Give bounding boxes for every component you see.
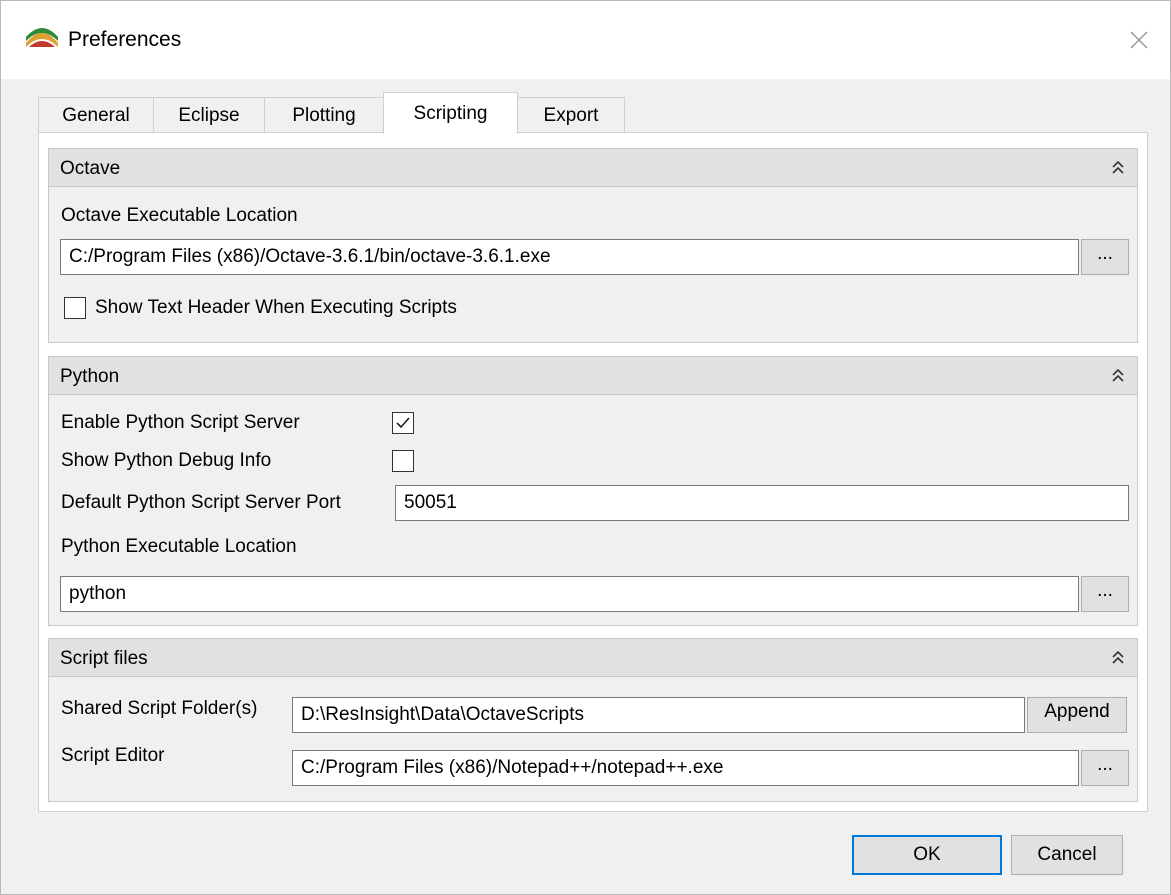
python-server-port-label: Default Python Script Server Port [61, 492, 341, 513]
python-group-title: Python [60, 366, 120, 387]
append-button[interactable]: Append [1027, 697, 1127, 733]
python-debug-info-checkbox[interactable] [392, 450, 414, 472]
script-editor-input[interactable] [292, 750, 1079, 786]
python-executable-input[interactable] [60, 576, 1079, 612]
title-bar: Preferences [1, 1, 1170, 79]
app-icon [26, 28, 58, 47]
shared-script-folder-input[interactable] [292, 697, 1025, 733]
python-server-port-input[interactable] [395, 485, 1129, 521]
close-button[interactable] [1108, 1, 1170, 79]
tab-general[interactable]: General [38, 97, 154, 133]
octave-group-header[interactable]: Octave [49, 149, 1137, 187]
octave-group: Octave Octave Executable Location ... Sh… [48, 148, 1138, 343]
python-group: Python Enable Python Script Server Show … [48, 356, 1138, 626]
octave-browse-button[interactable]: ... [1081, 239, 1129, 275]
tab-plotting[interactable]: Plotting [264, 97, 384, 133]
show-text-header-label: Show Text Header When Executing Scripts [95, 297, 457, 318]
script-files-group-title: Script files [60, 648, 148, 669]
script-files-group-header[interactable]: Script files [49, 639, 1137, 677]
octave-group-title: Octave [60, 158, 121, 179]
tab-eclipse[interactable]: Eclipse [153, 97, 265, 133]
script-editor-label: Script Editor [61, 745, 165, 766]
octave-executable-input[interactable] [60, 239, 1079, 275]
show-text-header-checkbox[interactable] [64, 297, 86, 319]
tab-export[interactable]: Export [517, 97, 625, 133]
python-debug-info-label: Show Python Debug Info [61, 450, 272, 471]
octave-executable-label: Octave Executable Location [61, 205, 298, 226]
collapse-python-icon[interactable] [1109, 366, 1127, 386]
checkmark-icon [396, 417, 410, 429]
python-executable-label: Python Executable Location [61, 536, 297, 557]
script-files-group: Script files Shared Script Folder(s) App… [48, 638, 1138, 802]
enable-python-server-checkbox[interactable] [392, 412, 414, 434]
enable-python-server-label: Enable Python Script Server [61, 412, 300, 433]
python-group-header[interactable]: Python [49, 357, 1137, 395]
ok-button[interactable]: OK [852, 835, 1002, 875]
shared-script-folder-label: Shared Script Folder(s) [61, 698, 258, 719]
python-browse-button[interactable]: ... [1081, 576, 1129, 612]
collapse-script-files-icon[interactable] [1109, 648, 1127, 668]
collapse-octave-icon[interactable] [1109, 158, 1127, 178]
window-title: Preferences [68, 28, 182, 51]
script-editor-browse-button[interactable]: ... [1081, 750, 1129, 786]
close-icon [1130, 31, 1148, 49]
preferences-dialog: Preferences General Eclipse Plotting Scr… [0, 0, 1171, 895]
cancel-button[interactable]: Cancel [1011, 835, 1123, 875]
scripting-tab-pane: Octave Octave Executable Location ... Sh… [38, 132, 1148, 812]
tab-scripting[interactable]: Scripting [383, 92, 518, 134]
